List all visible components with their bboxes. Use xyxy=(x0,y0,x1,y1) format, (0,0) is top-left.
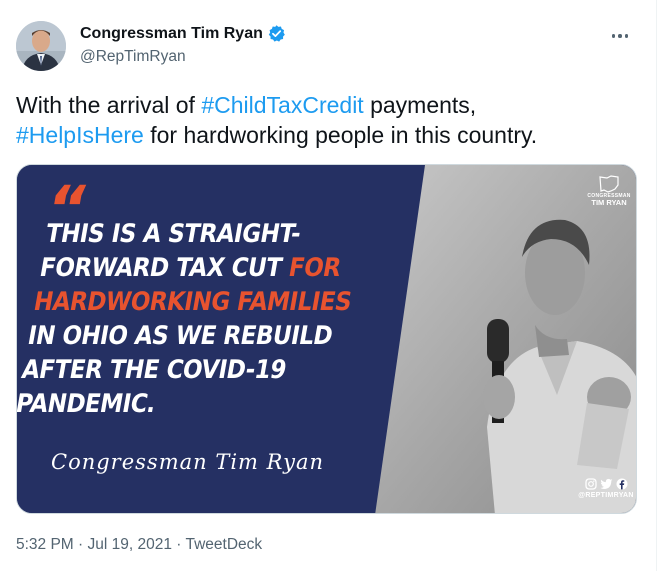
instagram-icon xyxy=(584,477,597,490)
quote-line: PANDEMIC. xyxy=(16,387,336,421)
logo-title: TIM RYAN xyxy=(591,198,627,207)
quote-line-text: THIS IS A STRAIGHT- xyxy=(43,219,303,249)
author-display-name[interactable]: Congressman Tim Ryan xyxy=(80,25,263,43)
quote-line: FORWARD TAX CUT FOR xyxy=(37,251,360,285)
social-icons-row xyxy=(577,477,635,490)
hashtag-help-is-here[interactable]: #HelpIsHere xyxy=(16,122,144,148)
more-dot xyxy=(618,34,622,38)
more-dot xyxy=(624,34,629,38)
social-links: @REPTIMRYAN xyxy=(577,477,635,499)
ohio-map-icon xyxy=(599,175,619,193)
more-options-button[interactable] xyxy=(606,22,634,50)
meta-separator: · xyxy=(73,536,88,553)
campaign-logo: CONGRESSMAN TIM RYAN xyxy=(587,175,631,207)
tweet-text-line-1: With the arrival of #ChildTaxCredit paym… xyxy=(16,90,641,120)
more-horizontal-icon xyxy=(611,34,616,38)
quote-line-text: AFTER THE COVID-19 xyxy=(19,355,289,385)
quote-line-text: IN OHIO AS WE REBUILD xyxy=(25,321,335,351)
facebook-icon xyxy=(616,477,628,490)
meta-separator: · xyxy=(171,536,186,553)
tweet-text-line-2: #HelpIsHere for hardworking people in th… xyxy=(16,120,641,150)
tweet-time[interactable]: 5:32 PM xyxy=(16,536,74,553)
social-handle: @REPTIMRYAN xyxy=(578,492,634,499)
quote-line: HARDWORKING FAMILIES xyxy=(31,285,354,319)
quote-line-text: PANDEMIC. xyxy=(16,389,158,419)
quote-line: IN OHIO AS WE REBUILD xyxy=(25,319,348,353)
quote-line: AFTER THE COVID-19 xyxy=(19,353,342,387)
tweet-text-segment: for hardworking people in this country. xyxy=(143,122,538,148)
twitter-icon xyxy=(599,477,613,489)
tweet-media-image[interactable]: “ THIS IS A STRAIGHT- FORWARD TAX CUT FO… xyxy=(16,164,637,514)
tweet-card: Congressman Tim Ryan @RepTimRyan With th… xyxy=(0,0,657,571)
tweet-text-segment: With the arrival of xyxy=(16,92,202,118)
quote-line-accent: HARDWORKING FAMILIES xyxy=(31,287,354,317)
tweet-text-segment: payments, xyxy=(363,92,477,118)
quote-line: THIS IS A STRAIGHT- xyxy=(43,217,366,251)
tweet-source[interactable]: TweetDeck xyxy=(185,536,262,553)
tweet-text: With the arrival of #ChildTaxCredit paym… xyxy=(16,90,641,150)
verified-badge-icon xyxy=(267,24,286,43)
quote-text: THIS IS A STRAIGHT- FORWARD TAX CUT FOR … xyxy=(16,217,366,421)
author-handle[interactable]: @RepTimRyan xyxy=(80,48,186,66)
quote-line-text: FORWARD TAX CUT xyxy=(37,253,292,283)
hashtag-child-tax-credit[interactable]: #ChildTaxCredit xyxy=(201,92,363,118)
quote-line-accent: FOR xyxy=(286,253,344,283)
tweet-metadata: 5:32 PM · Jul 19, 2021 · TweetDeck xyxy=(16,536,262,554)
author-name-row: Congressman Tim Ryan xyxy=(80,24,286,43)
tweet-date[interactable]: Jul 19, 2021 xyxy=(88,536,172,553)
avatar[interactable] xyxy=(16,21,66,71)
signature-text: Congressman Tim Ryan xyxy=(51,450,324,474)
